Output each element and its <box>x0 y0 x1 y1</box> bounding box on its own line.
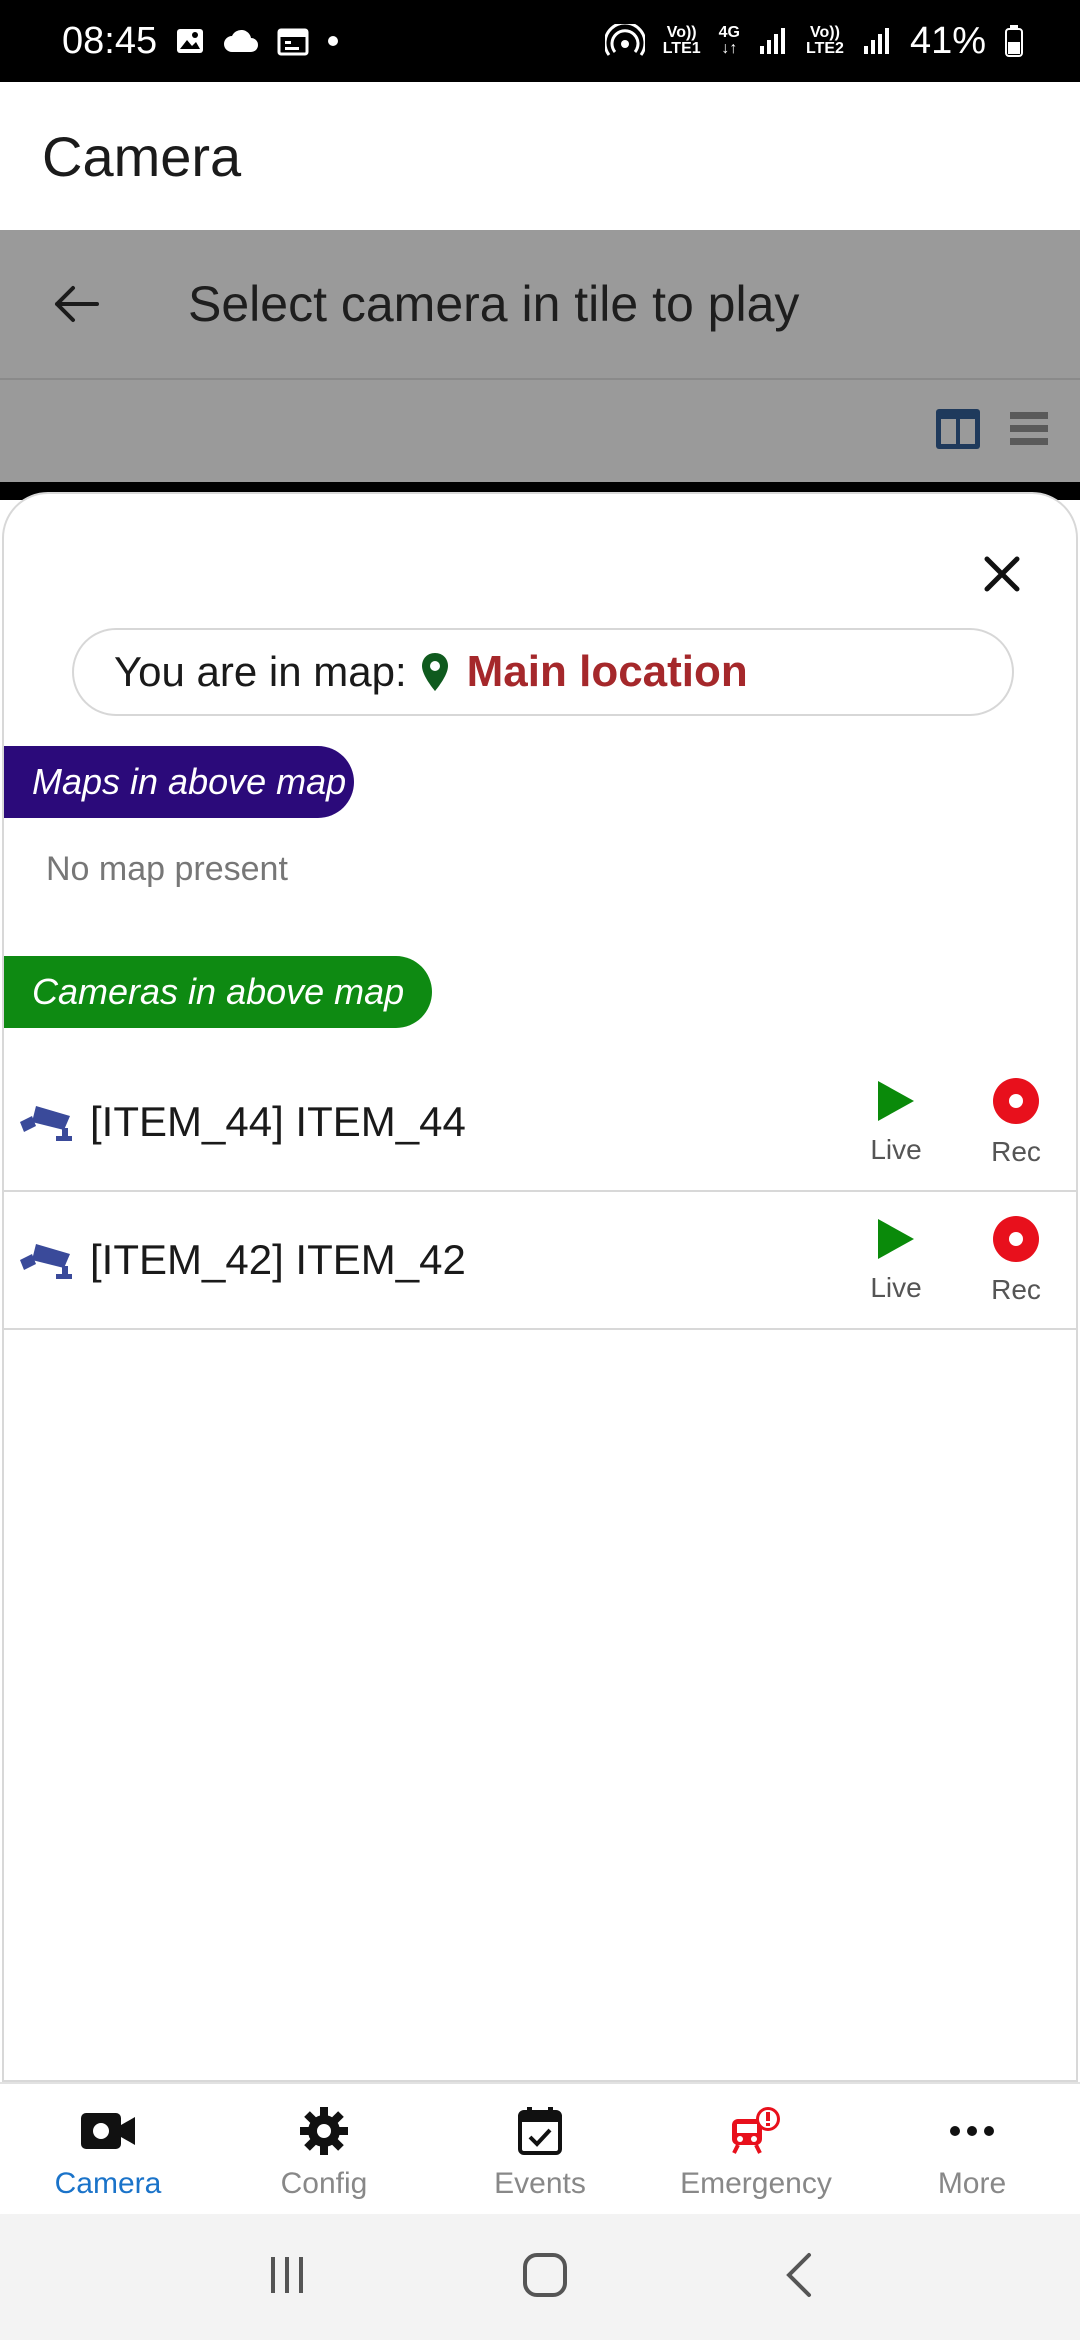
cctv-camera-icon <box>18 1232 80 1288</box>
page-title: Camera <box>42 124 242 188</box>
location-label: You are in map: <box>114 648 407 695</box>
camera-label: [ITEM_44] ITEM_44 <box>90 1098 466 1145</box>
gallery-icon <box>175 26 205 56</box>
lte1-label: Vo)) LTE1 <box>662 24 701 57</box>
rec-button[interactable]: Rec <box>956 1077 1076 1168</box>
close-icon[interactable] <box>972 544 1032 604</box>
play-icon <box>876 1079 916 1128</box>
battery-icon <box>1004 24 1024 58</box>
current-location-pill: You are in map: Main location <box>72 628 1014 716</box>
dot-icon <box>327 35 339 47</box>
record-icon <box>992 1215 1040 1268</box>
toolbar-title: Select camera in tile to play <box>188 276 800 332</box>
hotspot-icon <box>604 24 645 58</box>
live-label: Live <box>870 1133 922 1165</box>
camera-icon <box>79 2103 137 2159</box>
nav-events[interactable]: Events <box>432 2084 648 2214</box>
signal-icon <box>758 26 788 56</box>
grid-view-icon[interactable] <box>934 407 982 456</box>
system-nav-bar <box>0 2214 1080 2340</box>
record-icon <box>992 1077 1040 1130</box>
calendar-check-icon <box>517 2103 563 2159</box>
rec-label: Rec <box>991 1273 1041 1305</box>
location-pin-icon <box>421 652 449 692</box>
app-bar: Camera <box>0 82 1080 230</box>
nav-config[interactable]: Config <box>216 2084 432 2214</box>
toolbar: Select camera in tile to play <box>0 230 1080 378</box>
gear-icon <box>299 2103 349 2159</box>
status-bar: 08:45 Vo)) LTE1 4G ↓↑ Vo)) LTE2 41% <box>0 0 1080 82</box>
nav-emergency[interactable]: Emergency <box>648 2084 864 2214</box>
view-switcher <box>0 378 1080 482</box>
cloud-icon <box>223 28 259 54</box>
rec-label: Rec <box>991 1135 1041 1167</box>
map-bottom-sheet: You are in map: Main location Maps in ab… <box>2 492 1078 2082</box>
back-arrow-icon[interactable] <box>40 268 112 340</box>
recents-icon[interactable] <box>267 2255 307 2300</box>
live-button[interactable]: Live <box>836 1079 956 1166</box>
nav-more[interactable]: More <box>864 2084 1080 2214</box>
signal-icon <box>862 26 892 56</box>
nav-label: Config <box>280 2167 368 2200</box>
camera-label: [ITEM_42] ITEM_42 <box>90 1236 466 1283</box>
back-icon[interactable] <box>783 2252 813 2303</box>
live-label: Live <box>870 1271 922 1303</box>
lte2-label: Vo)) LTE2 <box>806 24 844 57</box>
rec-button[interactable]: Rec <box>956 1215 1076 1306</box>
nav-label: Emergency <box>680 2167 832 2200</box>
nav-label: Camera <box>54 2167 162 2200</box>
location-value[interactable]: Main location <box>467 647 748 697</box>
list-view-icon[interactable] <box>1008 409 1050 454</box>
more-icon <box>949 2103 995 2159</box>
bottom-nav: Camera Config Events Emergency More <box>0 2082 1080 2214</box>
camera-row[interactable]: [ITEM_42] ITEM_42 Live Rec <box>4 1192 1076 1330</box>
maps-section-header: Maps in above map <box>4 746 354 818</box>
no-map-text: No map present <box>46 850 288 888</box>
live-button[interactable]: Live <box>836 1217 956 1304</box>
nav-label: More <box>937 2167 1007 2200</box>
cameras-section-header: Cameras in above map <box>4 956 432 1028</box>
play-icon <box>876 1217 916 1266</box>
network-label: 4G ↓↑ <box>718 24 740 57</box>
home-icon[interactable] <box>522 2252 568 2303</box>
battery-percent: 41% <box>909 19 986 62</box>
status-time: 08:45 <box>62 19 158 62</box>
emergency-icon <box>728 2103 784 2159</box>
nav-camera[interactable]: Camera <box>0 2084 216 2214</box>
calendar-icon <box>277 26 309 56</box>
camera-list: [ITEM_44] ITEM_44 Live Rec [ITEM_42] ITE… <box>4 1054 1076 1330</box>
camera-row[interactable]: [ITEM_44] ITEM_44 Live Rec <box>4 1054 1076 1192</box>
cctv-camera-icon <box>18 1094 80 1150</box>
nav-label: Events <box>494 2167 586 2200</box>
